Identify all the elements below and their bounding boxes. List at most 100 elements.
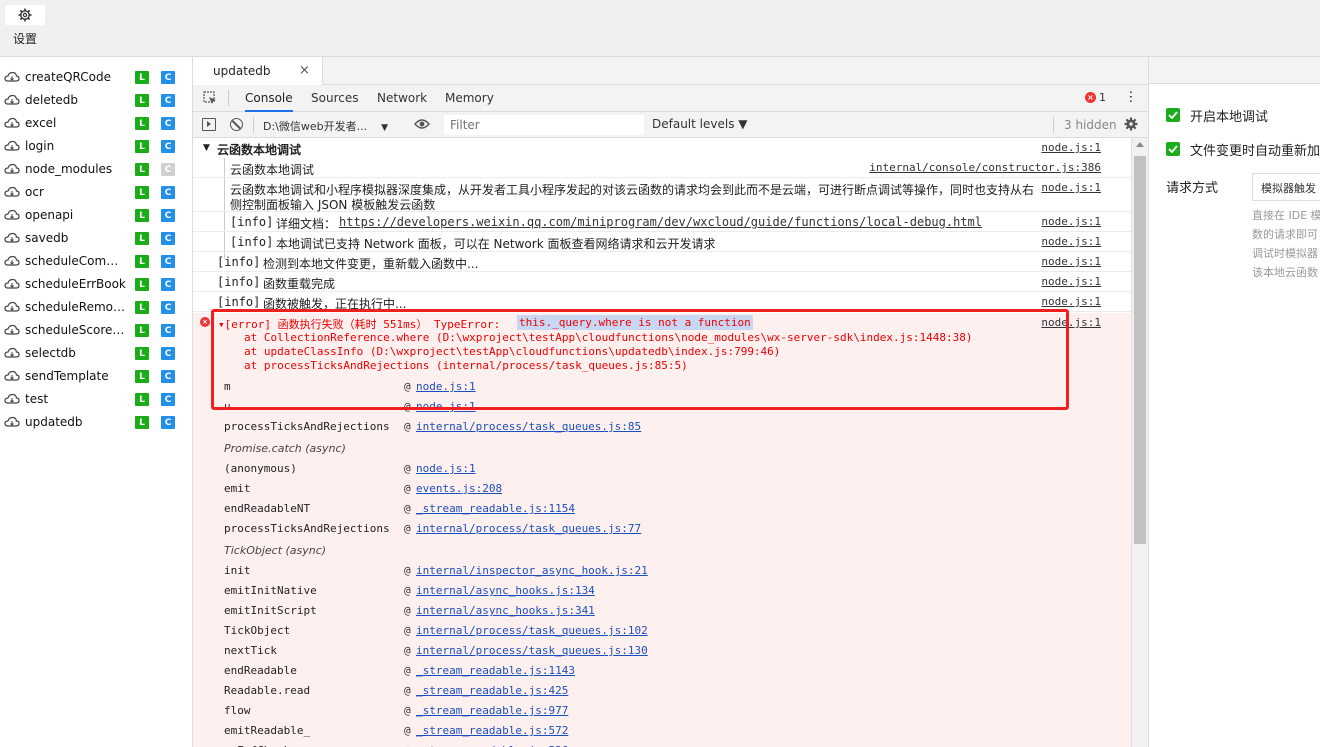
sidebar-item-schedulescorer[interactable]: scheduleScoreR... L C bbox=[0, 319, 192, 342]
tab-updatedb[interactable]: updatedb × bbox=[193, 57, 323, 85]
chevron-down-icon[interactable]: ▼ bbox=[203, 143, 210, 153]
local-badge[interactable]: L bbox=[135, 186, 149, 199]
frame-source-link[interactable]: internal/process/task_queues.js:130 bbox=[416, 644, 648, 657]
more-menu-icon[interactable]: ··· bbox=[1122, 90, 1138, 103]
filter-input[interactable] bbox=[444, 115, 644, 135]
settings-button[interactable]: 设置 bbox=[5, 5, 45, 47]
cloud-badge[interactable]: C bbox=[161, 163, 175, 176]
cloud-badge[interactable]: C bbox=[161, 117, 175, 130]
tab-network[interactable]: Network bbox=[377, 91, 427, 105]
sidebar-item-nodemodules[interactable]: node_modules L C bbox=[0, 158, 192, 181]
local-badge[interactable]: L bbox=[135, 232, 149, 245]
sidebar-item-deletedb[interactable]: deletedb L C bbox=[0, 89, 192, 112]
scroll-thumb[interactable] bbox=[1134, 156, 1146, 544]
cloud-badge[interactable]: C bbox=[161, 94, 175, 107]
frame-at: @ bbox=[404, 604, 411, 617]
request-mode-select[interactable]: 模拟器触发 bbox=[1252, 173, 1320, 201]
source-link[interactable]: node.js:1 bbox=[1041, 295, 1101, 308]
frame-source-link[interactable]: events.js:208 bbox=[416, 482, 502, 495]
auto-reload-checkbox[interactable] bbox=[1166, 142, 1180, 156]
local-debug-checkbox[interactable] bbox=[1166, 108, 1180, 122]
frame-source-link[interactable]: internal/async_hooks.js:134 bbox=[416, 584, 595, 597]
source-link[interactable]: node.js:1 bbox=[1041, 181, 1101, 194]
error-count-badge[interactable]: × 1 bbox=[1085, 91, 1106, 104]
local-badge[interactable]: L bbox=[135, 117, 149, 130]
sidebar-item-test[interactable]: test L C bbox=[0, 388, 192, 411]
sidebar-item-openapi[interactable]: openapi L C bbox=[0, 204, 192, 227]
cloud-badge[interactable]: C bbox=[161, 393, 175, 406]
sidebar-item-savedb[interactable]: savedb L C bbox=[0, 227, 192, 250]
local-badge[interactable]: L bbox=[135, 140, 149, 153]
sidebar-item-excel[interactable]: excel L C bbox=[0, 112, 192, 135]
console-output[interactable]: ▼ 云函数本地调试 node.js:1 云函数本地调试 internal/con… bbox=[193, 138, 1131, 747]
tab-sources[interactable]: Sources bbox=[311, 91, 358, 105]
local-badge[interactable]: L bbox=[135, 416, 149, 429]
gear-icon[interactable] bbox=[5, 5, 45, 25]
inspect-element-icon[interactable] bbox=[203, 91, 217, 108]
sidebar-item-ocr[interactable]: ocr L C bbox=[0, 181, 192, 204]
group-header[interactable]: ▼ 云函数本地调试 node.js:1 bbox=[193, 138, 1131, 158]
frame-source-link[interactable]: _stream_readable.js:572 bbox=[416, 724, 568, 737]
local-badge[interactable]: L bbox=[135, 71, 149, 84]
clear-console-icon[interactable] bbox=[230, 118, 243, 131]
sidebar-item-sendtemplate[interactable]: sendTemplate L C bbox=[0, 365, 192, 388]
source-link[interactable]: node.js:1 bbox=[1041, 235, 1101, 248]
cloud-badge[interactable]: C bbox=[161, 71, 175, 84]
cloud-badge[interactable]: C bbox=[161, 255, 175, 268]
frame-source-link[interactable]: internal/async_hooks.js:341 bbox=[416, 604, 595, 617]
cloud-badge[interactable]: C bbox=[161, 140, 175, 153]
gear-icon[interactable] bbox=[1124, 117, 1138, 134]
local-badge[interactable]: L bbox=[135, 255, 149, 268]
local-badge[interactable]: L bbox=[135, 324, 149, 337]
sidebar-item-createqrcode[interactable]: createQRCode L C bbox=[0, 66, 192, 89]
local-badge[interactable]: L bbox=[135, 393, 149, 406]
cloud-badge[interactable]: C bbox=[161, 324, 175, 337]
cloud-badge[interactable]: C bbox=[161, 278, 175, 291]
local-badge[interactable]: L bbox=[135, 278, 149, 291]
log-line: [info] 函数重载完成 node.js:1 bbox=[193, 272, 1131, 292]
sidebar-item-selectdb[interactable]: selectdb L C bbox=[0, 342, 192, 365]
console-scrollbar[interactable] bbox=[1131, 138, 1148, 747]
source-link[interactable]: node.js:1 bbox=[1041, 141, 1101, 154]
local-badge[interactable]: L bbox=[135, 301, 149, 314]
cloud-badge[interactable]: C bbox=[161, 370, 175, 383]
context-selector[interactable]: D:\微信web开发者... ▼ bbox=[263, 118, 388, 134]
sidebar-item-login[interactable]: login L C bbox=[0, 135, 192, 158]
local-badge[interactable]: L bbox=[135, 94, 149, 107]
frame-source-link[interactable]: _stream_readable.js:1154 bbox=[416, 502, 575, 515]
source-link[interactable]: node.js:1 bbox=[1041, 255, 1101, 268]
local-badge[interactable]: L bbox=[135, 347, 149, 360]
cloud-badge[interactable]: C bbox=[161, 301, 175, 314]
frame-source-link[interactable]: internal/process/task_queues.js:102 bbox=[416, 624, 648, 637]
sidebar-item-schedulecommo[interactable]: scheduleCommo... L C bbox=[0, 250, 192, 273]
log-levels-dropdown[interactable]: Default levels ▼ bbox=[652, 117, 748, 131]
frame-source-link[interactable]: _stream_readable.js:425 bbox=[416, 684, 568, 697]
eye-icon[interactable] bbox=[414, 118, 430, 133]
sidebar-toggle-icon[interactable] bbox=[202, 118, 216, 131]
local-badge[interactable]: L bbox=[135, 370, 149, 383]
local-badge[interactable]: L bbox=[135, 163, 149, 176]
frame-source-link[interactable]: _stream_readable.js:977 bbox=[416, 704, 568, 717]
docs-link[interactable]: https://developers.weixin.qq.com/minipro… bbox=[339, 215, 982, 229]
frame-source-link[interactable]: node.js:1 bbox=[416, 462, 476, 475]
sidebar-item-updatedb[interactable]: updatedb L C bbox=[0, 411, 192, 434]
close-icon[interactable]: × bbox=[299, 63, 310, 78]
cloud-badge[interactable]: C bbox=[161, 416, 175, 429]
source-link[interactable]: node.js:1 bbox=[1041, 215, 1101, 228]
frame-source-link[interactable]: internal/inspector_async_hook.js:21 bbox=[416, 564, 648, 577]
tab-memory[interactable]: Memory bbox=[445, 91, 494, 105]
sidebar-item-scheduleerrbook[interactable]: scheduleErrBook L C bbox=[0, 273, 192, 296]
local-badge[interactable]: L bbox=[135, 209, 149, 222]
source-link[interactable]: node.js:1 bbox=[1041, 275, 1101, 288]
cloud-badge[interactable]: C bbox=[161, 232, 175, 245]
frame-source-link[interactable]: internal/process/task_queues.js:85 bbox=[416, 420, 641, 433]
cloud-badge[interactable]: C bbox=[161, 347, 175, 360]
source-link[interactable]: internal/console/constructor.js:386 bbox=[869, 161, 1101, 174]
cloud-badge[interactable]: C bbox=[161, 186, 175, 199]
sidebar-item-scheduleremov[interactable]: scheduleRemov... L C bbox=[0, 296, 192, 319]
frame-source-link[interactable]: internal/process/task_queues.js:77 bbox=[416, 522, 641, 535]
scroll-up-icon[interactable] bbox=[1136, 142, 1144, 147]
tab-console[interactable]: Console bbox=[245, 91, 293, 112]
cloud-badge[interactable]: C bbox=[161, 209, 175, 222]
frame-source-link[interactable]: _stream_readable.js:1143 bbox=[416, 664, 575, 677]
